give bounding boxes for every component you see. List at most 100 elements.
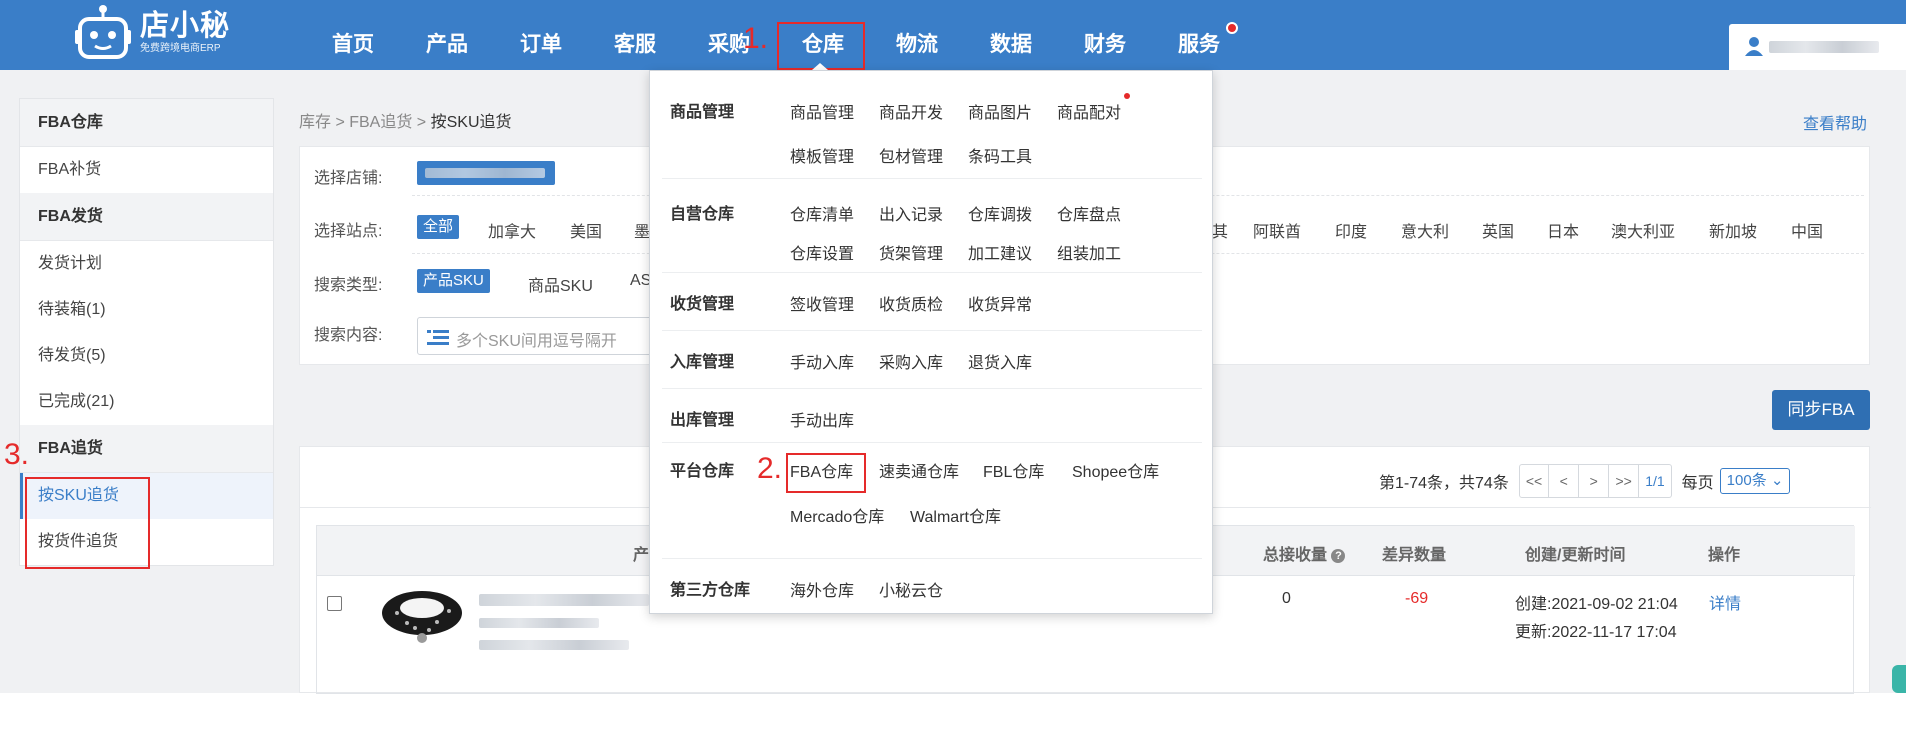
dd-fbl-warehouse[interactable]: FBL仓库	[983, 458, 1044, 482]
dd-warehouse-transfer[interactable]: 仓库调拨	[968, 201, 1032, 225]
dd-in-out-records[interactable]: 出入记录	[879, 201, 943, 225]
th-total-received: 总接收量 ?	[1263, 541, 1346, 565]
dd-assembly[interactable]: 组装加工	[1057, 240, 1121, 264]
pager-next-button[interactable]: >	[1579, 464, 1610, 498]
shop-select[interactable]	[417, 161, 555, 185]
product-image[interactable]	[377, 578, 467, 648]
cell-updated: 更新:2022-11-17 17:04	[1515, 624, 1677, 641]
type-product-sku[interactable]: 产品SKU	[417, 269, 490, 293]
product-title-blurred	[479, 594, 649, 606]
site-india[interactable]: 印度	[1335, 218, 1367, 242]
pagination: 第1-74条，共74条 << < > >> 1/1 每页 100条 ⌄	[1379, 464, 1791, 498]
dd-processing-advice[interactable]: 加工建议	[968, 240, 1032, 264]
pager-summary: 第1-74条，共74条	[1379, 475, 1509, 492]
breadcrumb-path[interactable]: 库存 > FBA追货 >	[299, 114, 431, 131]
dd-xiaomi-cloud-warehouse[interactable]: 小秘云仓	[879, 577, 943, 601]
dd-row-platform-warehouse: 平台仓库 FBA仓库 速卖通仓库 FBL仓库 Shopee仓库 Mercado仓…	[662, 443, 1202, 559]
site-uk[interactable]: 英国	[1482, 218, 1514, 242]
dd-walmart-warehouse[interactable]: Walmart仓库	[910, 503, 1001, 527]
dd-goods-management[interactable]: 商品管理	[790, 99, 854, 123]
dd-aliexpress-warehouse[interactable]: 速卖通仓库	[879, 458, 959, 482]
per-page-select[interactable]: 100条 ⌄	[1719, 468, 1791, 494]
th-diff: 差异数量	[1382, 547, 1447, 564]
user-menu[interactable]	[1729, 24, 1906, 70]
dd-warehouse-settings[interactable]: 仓库设置	[790, 240, 854, 264]
dd-warehouse-list[interactable]: 仓库清单	[790, 201, 854, 225]
pager-prev-button[interactable]: <	[1549, 464, 1580, 498]
row-checkbox[interactable]	[327, 596, 342, 611]
nav-finance[interactable]: 财务	[1058, 0, 1152, 70]
step2-label: 2.	[757, 452, 783, 485]
dd-shelf-management[interactable]: 货架管理	[879, 240, 943, 264]
nav-logistics[interactable]: 物流	[870, 0, 964, 70]
dd-row-third-party: 第三方仓库 海外仓库 小秘云仓	[662, 559, 1202, 615]
nav-orders[interactable]: 订单	[494, 0, 588, 70]
help-circle-icon[interactable]: ?	[1331, 549, 1346, 563]
type-goods-sku[interactable]: 商品SKU	[528, 272, 593, 296]
pager-last-button[interactable]: >>	[1609, 464, 1640, 498]
dd-sign-management[interactable]: 签收管理	[790, 291, 854, 315]
nav-home[interactable]: 首页	[306, 0, 400, 70]
sync-fba-button[interactable]: 同步FBA	[1772, 390, 1870, 430]
site-canada[interactable]: 加拿大	[488, 218, 536, 242]
site-china[interactable]: 中国	[1791, 218, 1823, 242]
nav-products[interactable]: 产品	[400, 0, 494, 70]
dd-return-inbound[interactable]: 退货入库	[968, 349, 1032, 373]
site-japan[interactable]: 日本	[1547, 218, 1579, 242]
dd-receiving-exception[interactable]: 收货异常	[968, 291, 1032, 315]
dd-cat-third-party: 第三方仓库	[670, 582, 751, 599]
dd-overseas-warehouse[interactable]: 海外仓库	[790, 577, 854, 601]
product-info-blurred	[479, 640, 629, 650]
sidebar-item-ship-plan[interactable]: 发货计划	[20, 241, 273, 287]
notification-dot	[1226, 22, 1238, 34]
dd-mercado-warehouse[interactable]: Mercado仓库	[790, 503, 884, 527]
dd-goods-images[interactable]: 商品图片	[968, 99, 1032, 123]
dd-goods-matching[interactable]: 商品配对	[1057, 99, 1121, 123]
dd-goods-development[interactable]: 商品开发	[879, 99, 943, 123]
site-us[interactable]: 美国	[570, 218, 602, 242]
nav-data[interactable]: 数据	[964, 0, 1058, 70]
th-total-received-label: 总接收量	[1263, 547, 1328, 564]
details-link[interactable]: 详情	[1709, 590, 1741, 614]
nav-services[interactable]: 服务	[1152, 0, 1246, 70]
dd-shopee-warehouse[interactable]: Shopee仓库	[1072, 458, 1159, 482]
site-mexico[interactable]: 墨	[634, 218, 650, 242]
sidebar-item-completed[interactable]: 已完成(21)	[20, 379, 273, 425]
dd-cat-outbound: 出库管理	[670, 412, 735, 429]
sidebar-item-to-ship[interactable]: 待发货(5)	[20, 333, 273, 379]
site-uae[interactable]: 阿联酋	[1253, 218, 1301, 242]
robot-logo-icon	[75, 5, 131, 59]
dd-purchase-inbound[interactable]: 采购入库	[879, 349, 943, 373]
search-input[interactable]: 多个SKU间用逗号隔开	[417, 317, 657, 355]
step1-label: 1.	[743, 22, 769, 55]
dd-manual-outbound[interactable]: 手动出库	[790, 407, 854, 431]
dd-row-goods: 商品管理 商品管理 商品开发 商品图片 商品配对 模板管理 包材管理 条码工具	[662, 71, 1202, 179]
dd-template-management[interactable]: 模板管理	[790, 143, 854, 167]
dd-stocktaking[interactable]: 仓库盘点	[1057, 201, 1121, 225]
help-link[interactable]: 查看帮助	[1803, 110, 1867, 134]
sidebar-group-fba-warehouse: FBA仓库	[20, 99, 273, 147]
dd-manual-inbound[interactable]: 手动入库	[790, 349, 854, 373]
dd-barcode-tool[interactable]: 条码工具	[968, 143, 1032, 167]
sidebar-item-to-pack[interactable]: 待装箱(1)	[20, 287, 273, 333]
dd-cat-inbound: 入库管理	[670, 354, 735, 371]
pager-first-button[interactable]: <<	[1518, 464, 1550, 498]
floating-help-tab[interactable]	[1892, 665, 1906, 693]
site-all[interactable]: 全部	[417, 215, 460, 239]
dd-receiving-qc[interactable]: 收货质检	[879, 291, 943, 315]
dd-row-outbound: 出库管理 手动出库	[662, 389, 1202, 443]
blank-area	[0, 693, 1906, 751]
dd-packaging-management[interactable]: 包材管理	[879, 143, 943, 167]
nav-customer-service[interactable]: 客服	[588, 0, 682, 70]
search-content-label: 搜索内容:	[314, 327, 383, 344]
site-partial[interactable]: 其	[1212, 218, 1228, 242]
site-singapore[interactable]: 新加坡	[1709, 218, 1757, 242]
search-type-label: 搜索类型:	[314, 277, 383, 294]
site-australia[interactable]: 澳大利亚	[1611, 218, 1675, 242]
new-badge-dot	[1124, 93, 1130, 99]
sidebar-item-fba-replenish[interactable]: FBA补货	[20, 147, 273, 193]
shop-label: 选择店铺:	[314, 170, 383, 187]
site-italy[interactable]: 意大利	[1401, 218, 1449, 242]
top-bar: 店小秘 免费跨境电商ERP 首页 产品 订单 客服 采购 仓库 物流 数据 财务…	[0, 0, 1906, 70]
logo[interactable]: 店小秘 免费跨境电商ERP	[74, 4, 230, 60]
